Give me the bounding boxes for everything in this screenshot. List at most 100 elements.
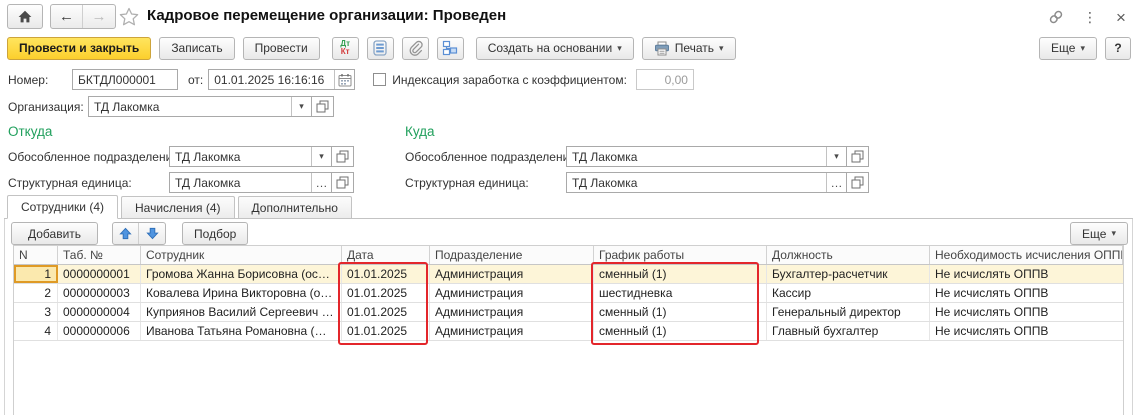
home-button[interactable] bbox=[7, 4, 43, 29]
to-unit-label: Структурная единица: bbox=[405, 176, 566, 190]
cell-n[interactable]: 4 bbox=[14, 322, 58, 340]
from-unit-open-button[interactable] bbox=[332, 172, 354, 193]
cell-date[interactable]: 01.01.2025 bbox=[342, 303, 430, 321]
cell-schedule[interactable]: сменный (1) bbox=[594, 322, 767, 340]
to-division-dropdown-button[interactable]: ▾ bbox=[826, 147, 846, 166]
cell-schedule[interactable]: сменный (1) bbox=[594, 265, 767, 283]
get-link-icon[interactable] bbox=[1046, 8, 1066, 26]
column-header-oppv[interactable]: Необходимость исчисления ОППВ bbox=[930, 246, 1123, 264]
history-nav-group: ← → bbox=[50, 4, 116, 29]
kebab-menu-icon[interactable]: ⋮ bbox=[1080, 8, 1100, 26]
organization-dropdown-button[interactable]: ▾ bbox=[291, 97, 311, 116]
cell-schedule[interactable]: шестидневка bbox=[594, 284, 767, 302]
cell-oppv[interactable]: Не исчислять ОППВ bbox=[930, 322, 1123, 340]
column-header-position[interactable]: Должность bbox=[767, 246, 930, 264]
document-movements-button[interactable] bbox=[367, 37, 394, 60]
close-glyph: × bbox=[1116, 9, 1126, 26]
tab-additional[interactable]: Дополнительно bbox=[238, 196, 352, 218]
cell-tab-no[interactable]: 0000000004 bbox=[58, 303, 141, 321]
cell-date[interactable]: 01.01.2025 bbox=[342, 265, 430, 283]
date-input[interactable]: 01.01.2025 16:16:16 bbox=[209, 70, 334, 89]
cell-position[interactable]: Генеральный директор bbox=[767, 303, 930, 321]
cell-employee[interactable]: Иванова Татьяна Романовна (… bbox=[141, 322, 342, 340]
dt-kt-icon: ДтКт bbox=[340, 40, 350, 56]
pick-button[interactable]: Подбор bbox=[182, 222, 248, 245]
move-row-up-button[interactable] bbox=[113, 223, 139, 244]
cell-n[interactable]: 1 bbox=[14, 265, 58, 283]
organization-row: Организация: ТД Лакомка ▾ bbox=[8, 96, 1131, 117]
from-unit-input[interactable]: ТД Лакомка bbox=[170, 173, 311, 192]
column-header-schedule[interactable]: График работы bbox=[594, 246, 767, 264]
cell-tab-no[interactable]: 0000000003 bbox=[58, 284, 141, 302]
cell-oppv[interactable]: Не исчислять ОППВ bbox=[930, 265, 1123, 283]
forward-button[interactable]: → bbox=[83, 5, 115, 28]
column-header-date[interactable]: Дата bbox=[342, 246, 430, 264]
cell-oppv[interactable]: Не исчислять ОППВ bbox=[930, 303, 1123, 321]
cell-employee[interactable]: Ковалева Ирина Викторовна (о… bbox=[141, 284, 342, 302]
print-button[interactable]: Печать ▾ bbox=[642, 37, 736, 60]
cell-tab-no[interactable]: 0000000006 bbox=[58, 322, 141, 340]
table-row[interactable]: 2 0000000003 Ковалева Ирина Викторовна (… bbox=[14, 284, 1123, 303]
attachments-button[interactable] bbox=[402, 37, 429, 60]
to-unit-input[interactable]: ТД Лакомка bbox=[567, 173, 826, 192]
table-row[interactable]: 1 0000000001 Громова Жанна Борисовна (ос… bbox=[14, 265, 1123, 284]
grid-more-button[interactable]: Еще ▾ bbox=[1070, 222, 1128, 245]
cell-employee[interactable]: Громова Жанна Борисовна (ос… bbox=[141, 265, 342, 283]
cell-division[interactable]: Администрация bbox=[430, 284, 594, 302]
organization-open-button[interactable] bbox=[312, 96, 334, 117]
number-input[interactable]: БКТДЛ000001 bbox=[72, 69, 178, 90]
from-section: Откуда Обособленное подразделение: ТД Ла… bbox=[8, 124, 400, 198]
favorite-star-icon[interactable] bbox=[119, 7, 139, 26]
cell-tab-no[interactable]: 0000000001 bbox=[58, 265, 141, 283]
from-division-open-button[interactable] bbox=[332, 146, 354, 167]
cell-n[interactable]: 2 bbox=[14, 284, 58, 302]
from-division-input[interactable]: ТД Лакомка bbox=[170, 147, 311, 166]
add-row-button[interactable]: Добавить bbox=[11, 222, 98, 245]
indexation-coefficient-input[interactable]: 0,00 bbox=[636, 69, 694, 90]
table-row[interactable]: 3 0000000004 Куприянов Василий Сергеевич… bbox=[14, 303, 1123, 322]
open-form-icon bbox=[851, 176, 864, 189]
post-button[interactable]: Провести bbox=[243, 37, 320, 60]
dt-kt-postings-button[interactable]: ДтКт bbox=[332, 37, 359, 60]
table-row[interactable]: 4 0000000006 Иванова Татьяна Романовна (… bbox=[14, 322, 1123, 341]
cell-division[interactable]: Администрация bbox=[430, 265, 594, 283]
back-button[interactable]: ← bbox=[51, 5, 83, 28]
move-row-down-button[interactable] bbox=[139, 223, 165, 244]
tab-employees[interactable]: Сотрудники (4) bbox=[7, 195, 118, 219]
to-unit-ellipsis-button[interactable]: … bbox=[826, 173, 846, 192]
help-button[interactable]: ? bbox=[1105, 37, 1131, 60]
cell-position[interactable]: Кассир bbox=[767, 284, 930, 302]
column-header-employee[interactable]: Сотрудник bbox=[141, 246, 342, 264]
cell-division[interactable]: Администрация bbox=[430, 322, 594, 340]
column-header-tab-no[interactable]: Таб. № bbox=[58, 246, 141, 264]
from-unit-ellipsis-button[interactable]: … bbox=[311, 173, 331, 192]
more-button[interactable]: Еще ▾ bbox=[1039, 37, 1097, 60]
tab-accruals[interactable]: Начисления (4) bbox=[121, 196, 235, 218]
close-icon[interactable]: × bbox=[1111, 8, 1131, 26]
cell-n[interactable]: 3 bbox=[14, 303, 58, 321]
cell-date[interactable]: 01.01.2025 bbox=[342, 322, 430, 340]
cell-oppv[interactable]: Не исчислять ОППВ bbox=[930, 284, 1123, 302]
cell-position[interactable]: Главный бухгалтер bbox=[767, 322, 930, 340]
cell-division[interactable]: Администрация bbox=[430, 303, 594, 321]
write-button[interactable]: Записать bbox=[159, 37, 234, 60]
cell-employee[interactable]: Куприянов Василий Сергеевич … bbox=[141, 303, 342, 321]
to-division-input[interactable]: ТД Лакомка bbox=[567, 147, 826, 166]
related-documents-button[interactable] bbox=[437, 37, 464, 60]
arrow-down-icon bbox=[146, 227, 159, 240]
cell-date[interactable]: 01.01.2025 bbox=[342, 284, 430, 302]
to-division-open-button[interactable] bbox=[847, 146, 869, 167]
cell-position[interactable]: Бухгалтер-расчетчик bbox=[767, 265, 930, 283]
to-unit-open-button[interactable] bbox=[847, 172, 869, 193]
create-based-on-button[interactable]: Создать на основании ▾ bbox=[476, 37, 634, 60]
chevron-down-icon: ▾ bbox=[617, 44, 622, 53]
calendar-button[interactable] bbox=[334, 70, 354, 89]
indexation-checkbox[interactable] bbox=[373, 73, 386, 86]
post-and-close-button[interactable]: Провести и закрыть bbox=[7, 37, 151, 60]
chevron-down-icon: ▾ bbox=[1111, 229, 1116, 238]
column-header-division[interactable]: Подразделение bbox=[430, 246, 594, 264]
cell-schedule[interactable]: сменный (1) bbox=[594, 303, 767, 321]
organization-input[interactable]: ТД Лакомка bbox=[89, 97, 291, 116]
from-division-dropdown-button[interactable]: ▾ bbox=[311, 147, 331, 166]
column-header-n[interactable]: N bbox=[14, 246, 58, 264]
